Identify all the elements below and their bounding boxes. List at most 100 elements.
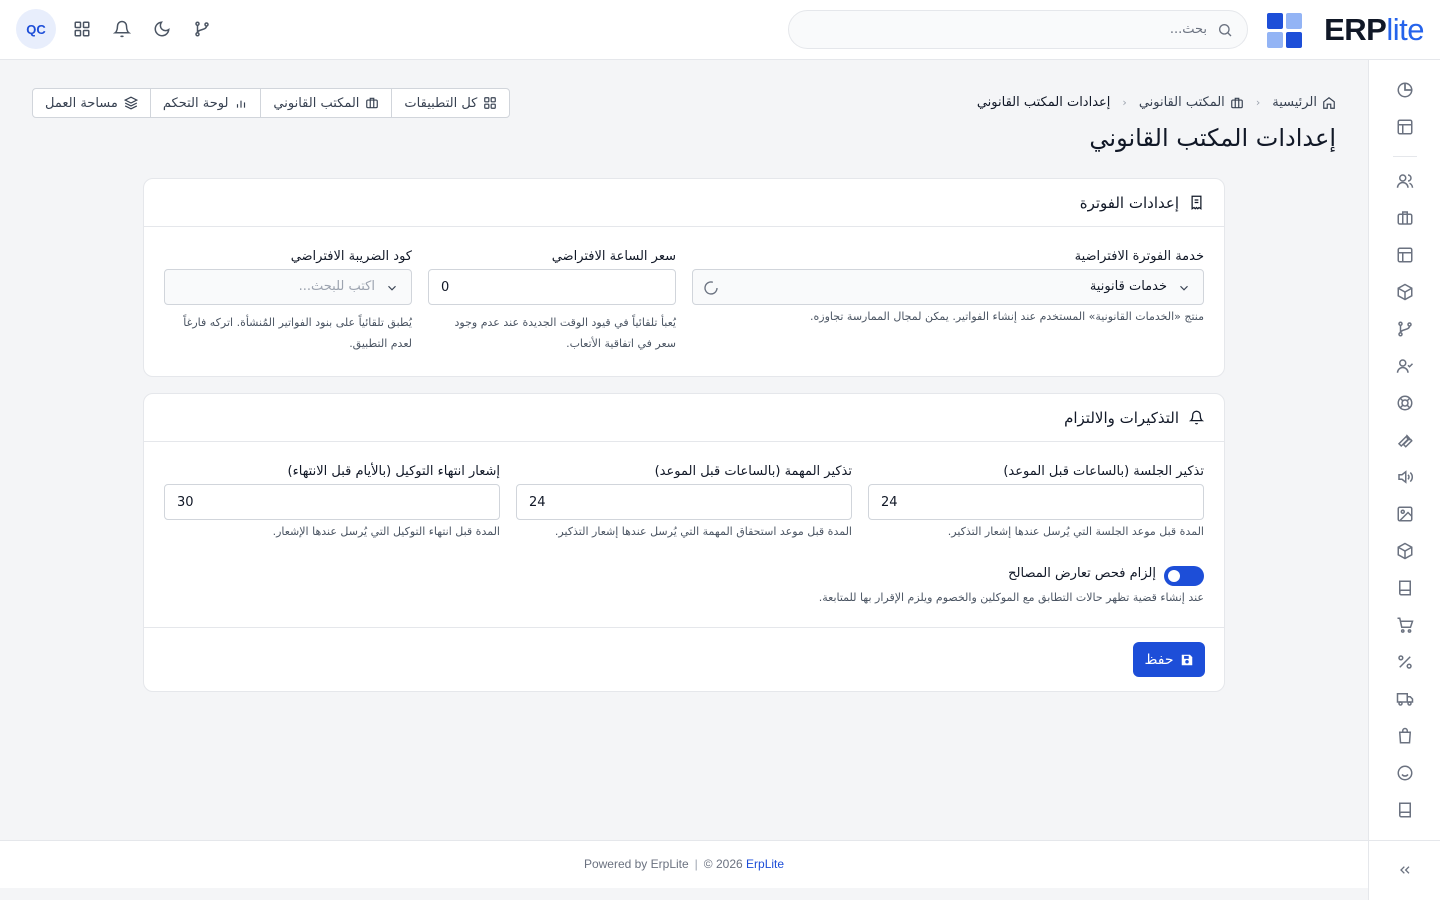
branch-icon[interactable] [1396, 320, 1414, 338]
save-button[interactable]: حفظ [1133, 642, 1205, 677]
dashboard-label: لوحة التحكم [162, 95, 229, 111]
toggle-label: إلزام فحص تعارض المصالح [1008, 566, 1156, 581]
hourly-rate-field: سعر الساعة الافتراضي يُعبأ تلقائياً في ق… [428, 249, 676, 350]
field-label: كود الضريبة الافتراضي [290, 249, 412, 264]
app-logo[interactable]: ERPlite [1267, 10, 1424, 50]
powered-by: Powered by ErpLite [583, 857, 689, 871]
hourly-rate-input[interactable] [429, 270, 675, 304]
session-reminder-field: تذكير الجلسة (بالساعات قبل الموعد) المدة… [868, 464, 1204, 544]
user-check-icon[interactable] [1396, 357, 1414, 375]
briefcase-icon[interactable] [1396, 209, 1414, 227]
image-icon[interactable] [1396, 505, 1414, 523]
dashboard-button[interactable]: لوحة التحكم [151, 89, 262, 117]
shopping-bag-icon[interactable] [1396, 727, 1414, 745]
pie-chart-icon[interactable] [1396, 81, 1414, 99]
toggle-knob [1168, 570, 1180, 582]
branch-icon[interactable] [193, 20, 211, 38]
layout-icon[interactable] [1396, 246, 1414, 264]
legal-office-label: المكتب القانوني [273, 95, 360, 111]
lifebuoy-icon[interactable] [1396, 394, 1414, 412]
wrench-icon[interactable] [1396, 431, 1414, 449]
poa-expiry-input[interactable] [165, 485, 499, 519]
collapse-sidebar-icon[interactable] [1397, 862, 1413, 878]
reminders-card: التذكيرات والالتزام تذكير الجلسة (بالساع… [143, 393, 1225, 692]
home-icon [1322, 96, 1336, 110]
card-header: التذكيرات والالتزام [144, 394, 1224, 442]
breadcrumb-section-label: المكتب القانوني [1138, 95, 1225, 110]
field-help: المدة قبل موعد استحقاق المهمة التي يُرسل… [554, 525, 852, 538]
field-label: خدمة الفوترة الافتراضية [1074, 249, 1204, 264]
poa-expiry-box [164, 484, 500, 520]
field-help: المدة قبل موعد الجلسة التي يُرسل عندها إ… [947, 525, 1204, 538]
smile-icon[interactable] [1396, 764, 1414, 782]
tax-code-select[interactable]: اكتب للبحث... [164, 269, 412, 305]
field-help: عند إنشاء قضية تظهر حالات التطابق مع الم… [818, 591, 1204, 604]
sidebar [1368, 60, 1440, 900]
breadcrumb-section[interactable]: المكتب القانوني [1139, 95, 1244, 110]
invoice-settings-card: إعدادات الفوترة خدمة الفوترة الافتراضية … [143, 178, 1225, 377]
search-icon [1217, 22, 1233, 38]
task-reminder-field: تذكير المهمة (بالساعات قبل الموعد) المدة… [516, 464, 852, 544]
percent-icon[interactable] [1396, 653, 1414, 671]
poa-expiry-field: إشعار انتهاء التوكيل (بالأيام قبل الانته… [164, 464, 500, 544]
sidebar-divider [1393, 156, 1417, 157]
breadcrumb-home[interactable]: الرئيسية [1272, 95, 1336, 110]
moon-icon[interactable] [153, 20, 171, 38]
apps-grid-icon [483, 96, 497, 110]
footer: Powered by ErpLite | © 2026 ErpLite [0, 840, 1368, 888]
package-icon[interactable] [1396, 542, 1414, 560]
logo-mark-icon [1267, 12, 1303, 48]
session-reminder-input[interactable] [869, 485, 1203, 519]
book-icon[interactable] [1396, 801, 1414, 819]
search-input[interactable] [807, 11, 1207, 48]
workspace-label: مساحة العمل [45, 95, 118, 111]
card-title: التذكيرات والالتزام [1064, 408, 1179, 427]
bell-icon[interactable] [113, 20, 131, 38]
book-icon[interactable] [1396, 579, 1414, 597]
all-apps-button[interactable]: كل التطبيقات [392, 89, 509, 117]
global-search[interactable] [788, 10, 1248, 49]
cart-icon[interactable] [1396, 616, 1414, 634]
conflict-check-help-wrap: عند إنشاء قضية تظهر حالات التطابق مع الم… [504, 588, 1204, 608]
speaker-icon[interactable] [1396, 468, 1414, 486]
task-reminder-input[interactable] [517, 485, 851, 519]
apps-grid-icon[interactable] [73, 20, 91, 38]
package-icon[interactable] [1396, 283, 1414, 301]
user-avatar[interactable]: QC [16, 9, 56, 49]
bell-icon [1189, 410, 1204, 425]
card-header: إعدادات الفوترة [144, 179, 1224, 227]
chevron-down-icon [385, 281, 399, 295]
save-label: حفظ [1144, 651, 1174, 668]
bar-chart-icon [234, 96, 248, 110]
session-reminder-box [868, 484, 1204, 520]
breadcrumb-separator: ‹ [1255, 96, 1261, 109]
footer-brand-link[interactable]: ErpLite [746, 857, 784, 871]
field-label: سعر الساعة الافتراضي [551, 249, 676, 264]
legal-office-button[interactable]: المكتب القانوني [261, 89, 393, 117]
quick-nav: مساحة العمل لوحة التحكم المكتب القانوني … [32, 88, 511, 118]
card-divider [144, 627, 1224, 628]
field-label: إشعار انتهاء التوكيل (بالأيام قبل الانته… [287, 464, 500, 479]
logo-text: ERPlite [1324, 12, 1424, 47]
copyright-year: © 2026 [703, 857, 743, 871]
briefcase-icon [1230, 96, 1244, 110]
default-service-field: خدمة الفوترة الافتراضية خدمات قانونية من… [692, 249, 1204, 349]
field-help: لعدم التطبيق. [349, 337, 412, 350]
receipt-icon [1189, 195, 1204, 210]
conflict-check-toggle[interactable] [1164, 566, 1204, 586]
breadcrumb-home-label: الرئيسية [1272, 95, 1317, 110]
layout-icon[interactable] [1396, 118, 1414, 136]
card-title: إعدادات الفوترة [1079, 193, 1179, 212]
all-apps-label: كل التطبيقات [404, 95, 478, 111]
users-icon[interactable] [1396, 172, 1414, 190]
breadcrumb: الرئيسية ‹ المكتب القانوني ‹ إعدادات الم… [977, 95, 1336, 110]
sidebar-footer [1369, 840, 1440, 900]
tax-code-field: كود الضريبة الافتراضي اكتب للبحث... يُطب… [164, 249, 412, 350]
default-service-select[interactable]: خدمات قانونية [692, 269, 1204, 305]
select-value: خدمات قانونية [1089, 279, 1167, 294]
save-icon [1180, 653, 1194, 667]
truck-icon[interactable] [1396, 690, 1414, 708]
field-help: سعر في اتفاقية الأتعاب. [566, 337, 676, 350]
briefcase-icon [365, 96, 379, 110]
workspace-button[interactable]: مساحة العمل [33, 89, 151, 117]
